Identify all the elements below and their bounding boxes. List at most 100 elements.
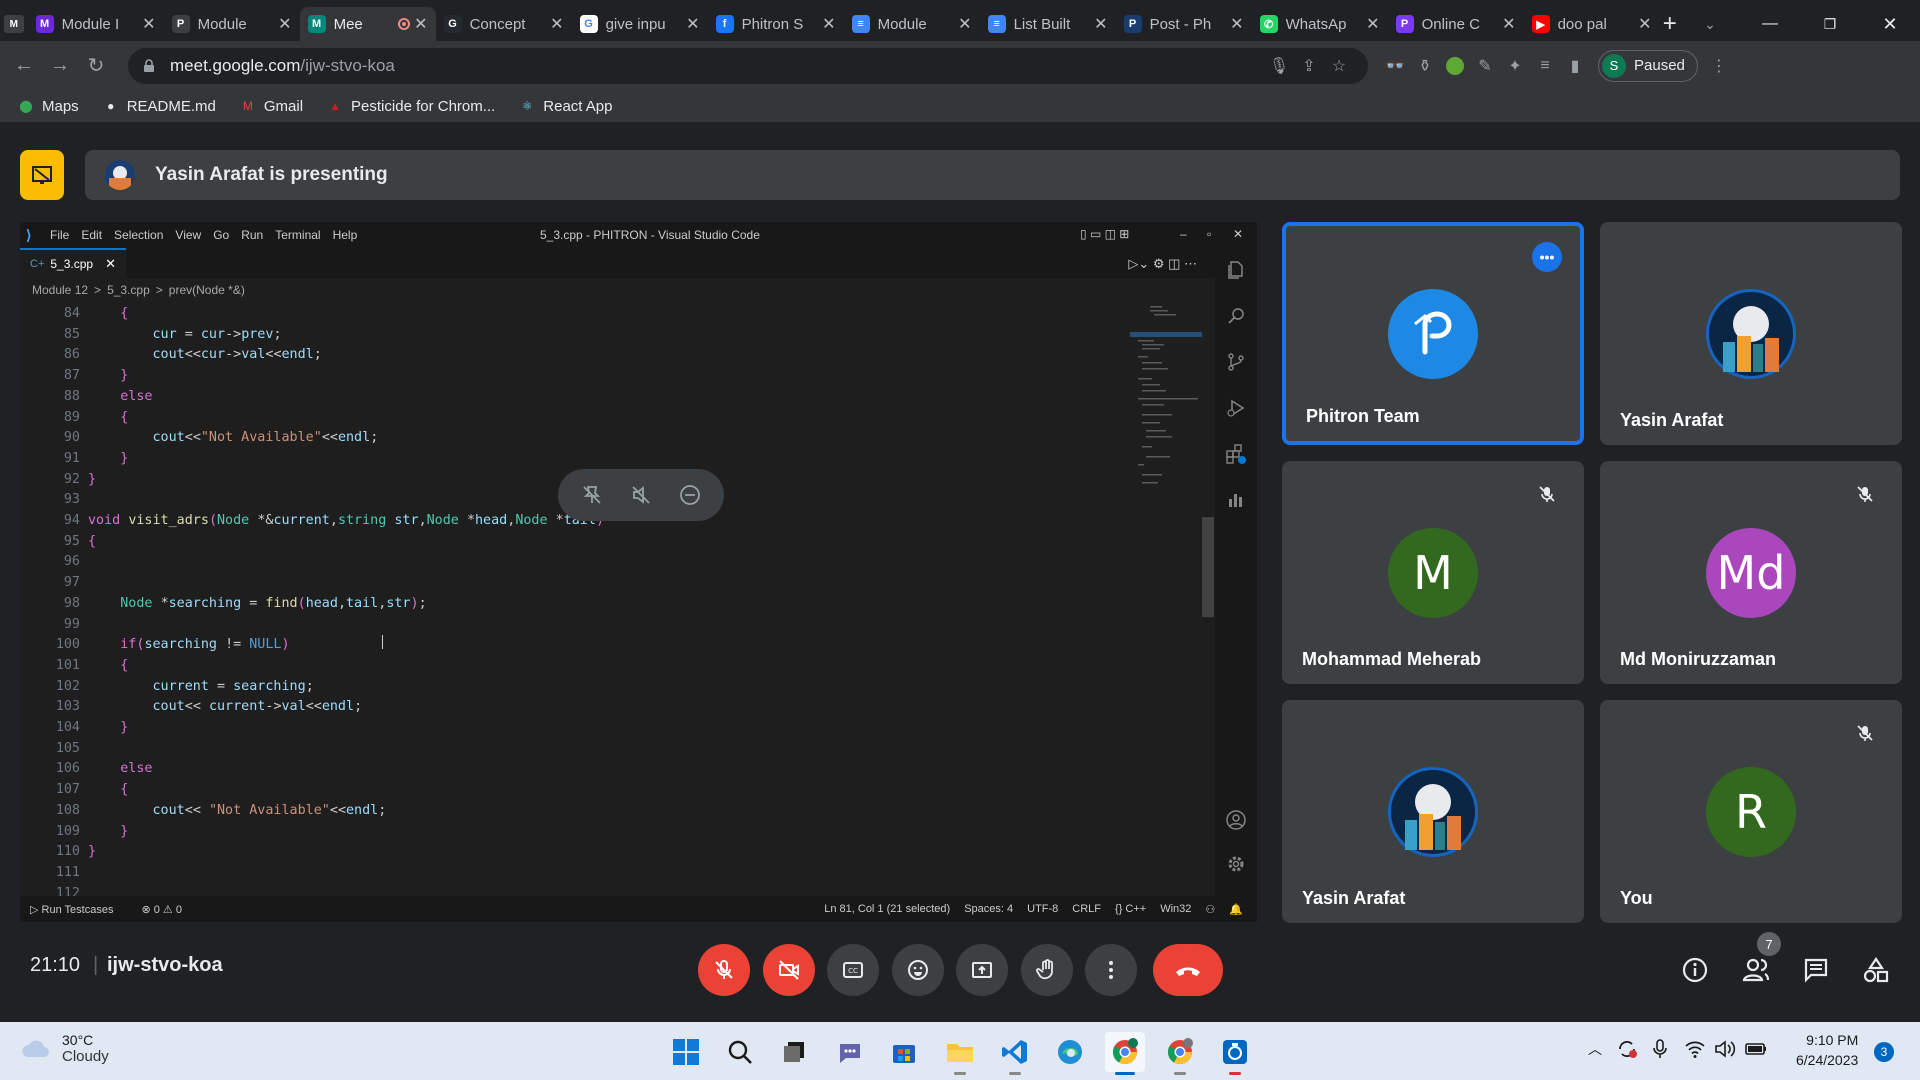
vscode-menu-item[interactable]: Help — [333, 228, 358, 242]
microphone-toggle-button[interactable] — [698, 944, 750, 996]
manage-gear-icon[interactable] — [1224, 852, 1248, 876]
browser-tab[interactable]: f Phitron S ✕ — [708, 7, 844, 41]
vscode-restore-icon[interactable]: ▫ — [1207, 227, 1211, 241]
address-bar[interactable]: meet.google.com/ijw-stvo-koa 🎙 ⇪ ☆ — [128, 47, 1368, 84]
browser-tab[interactable]: G Concept ✕ — [436, 7, 572, 41]
chat-button[interactable] — [1800, 954, 1832, 986]
vscode-minimize-icon[interactable]: – — [1180, 227, 1187, 241]
close-tab-icon[interactable]: ✕ — [105, 256, 116, 272]
breadcrumb-item[interactable]: Module 12 — [32, 283, 88, 297]
microsoft-store-button[interactable] — [884, 1032, 924, 1072]
code-editor[interactable]: 84 {85 cur = cur->prev; 86 cout<<cur->val… — [20, 306, 1200, 901]
volume-icon[interactable] — [1714, 1039, 1736, 1059]
close-tab-icon[interactable]: ✕ — [1366, 14, 1379, 34]
weather-widget[interactable]: 30°C Cloudy — [20, 1032, 109, 1065]
code-line[interactable]: cout<< current->val<<endl; — [88, 699, 363, 714]
explorer-icon[interactable] — [1224, 258, 1248, 282]
task-view-button[interactable] — [774, 1032, 814, 1072]
raise-hand-button[interactable] — [1021, 944, 1073, 996]
editor-scrollbar[interactable] — [1202, 517, 1214, 617]
sync-icon[interactable] — [1616, 1038, 1638, 1060]
forward-button[interactable]: → — [42, 48, 78, 84]
accounts-icon[interactable] — [1224, 808, 1248, 832]
close-tab-icon[interactable]: ✕ — [1094, 14, 1107, 34]
captions-button[interactable]: CC — [827, 944, 879, 996]
close-tab-icon[interactable]: ✕ — [414, 14, 427, 34]
browser-tab[interactable]: ≡ Module ✕ — [844, 7, 980, 41]
people-button[interactable] — [1740, 954, 1772, 986]
close-window-button[interactable]: ✕ — [1860, 14, 1920, 35]
code-line[interactable]: } — [88, 824, 128, 839]
extension-glasses-icon[interactable]: 👓 — [1380, 51, 1410, 81]
browser-tab[interactable]: ✆ WhatsAp ✕ — [1252, 7, 1388, 41]
browser-tab[interactable]: ▶ doo pal ✕ — [1524, 7, 1660, 41]
vscode-menu-item[interactable]: Go — [213, 228, 229, 242]
browser-tab[interactable]: M Mee ✕ — [299, 7, 436, 41]
code-line[interactable]: { — [88, 782, 128, 797]
browser-menu-icon[interactable]: ⋮ — [1704, 51, 1734, 81]
taskbar-clock[interactable]: 9:10 PM 6/24/2023 — [1796, 1030, 1858, 1070]
close-tab-icon[interactable]: ✕ — [686, 14, 699, 34]
close-tab-icon[interactable]: ✕ — [1230, 14, 1243, 34]
remove-icon[interactable] — [675, 480, 705, 510]
search-icon[interactable] — [1224, 304, 1248, 328]
bookmark-item[interactable]: ● README.md — [103, 98, 216, 115]
feedback-icon[interactable]: ⚇ — [1205, 903, 1215, 916]
breadcrumb-item[interactable]: prev(Node *&) — [169, 283, 245, 297]
eol-setting[interactable]: CRLF — [1072, 903, 1101, 915]
language-mode[interactable]: {} C++ — [1115, 903, 1146, 915]
notification-count-badge[interactable]: 3 — [1874, 1042, 1894, 1062]
code-line[interactable]: void visit_adrs(Node *&current,string st… — [88, 513, 604, 528]
code-line[interactable]: } — [88, 368, 128, 383]
code-line[interactable]: } — [88, 720, 128, 735]
run-testcases-button[interactable]: ▷ Run Testcases — [30, 903, 127, 916]
code-line[interactable]: else — [88, 761, 152, 776]
code-line[interactable]: current = searching; — [88, 679, 314, 694]
code-line[interactable]: { — [88, 306, 128, 321]
restore-window-button[interactable]: ❐ — [1800, 16, 1860, 33]
encoding-setting[interactable]: UTF-8 — [1027, 903, 1058, 915]
chrome-profile-1-button[interactable] — [1105, 1032, 1145, 1075]
participant-tile[interactable]: R You — [1600, 700, 1902, 923]
share-icon[interactable]: ⇪ — [1294, 51, 1324, 81]
teams-chat-button[interactable] — [830, 1032, 870, 1072]
participant-tile[interactable]: M Mohammad Meherab — [1282, 461, 1584, 684]
wifi-icon[interactable] — [1684, 1039, 1706, 1059]
code-line[interactable]: cur = cur->prev; — [88, 327, 282, 342]
chrome-profile-2-button[interactable] — [1160, 1032, 1200, 1075]
bookmark-item[interactable]: ⬤ Maps — [18, 98, 78, 115]
close-tab-icon[interactable]: ✕ — [958, 14, 971, 34]
indentation-setting[interactable]: Spaces: 4 — [964, 903, 1013, 915]
vscode-menu-item[interactable]: Selection — [114, 228, 163, 242]
cursor-position[interactable]: Ln 81, Col 1 (21 selected) — [824, 903, 950, 915]
close-tab-icon[interactable]: ✕ — [278, 14, 291, 34]
extensions-icon[interactable] — [1224, 442, 1248, 466]
code-line[interactable]: cout<< "Not Available"<<endl; — [88, 803, 387, 818]
close-tab-icon[interactable]: ✕ — [1502, 14, 1515, 34]
more-options-button[interactable] — [1085, 944, 1137, 996]
participant-tile[interactable]: Md Md Moniruzzaman — [1600, 461, 1902, 684]
run-debug-icon[interactable] — [1224, 396, 1248, 420]
tab-search-app-icon[interactable]: M — [0, 7, 28, 41]
activities-button[interactable] — [1860, 954, 1892, 986]
platform-indicator[interactable]: Win32 — [1160, 903, 1191, 915]
code-line[interactable]: if(searching != NULL) — [88, 637, 289, 652]
battery-icon[interactable] — [1744, 1039, 1768, 1059]
source-control-icon[interactable] — [1224, 350, 1248, 374]
start-button[interactable] — [666, 1032, 706, 1072]
extension-pen-icon[interactable]: ✎ — [1470, 51, 1500, 81]
side-panel-icon[interactable]: ▮ — [1560, 51, 1590, 81]
extension-bottle-icon[interactable]: ⚱ — [1410, 51, 1440, 81]
vscode-menu-item[interactable]: View — [175, 228, 201, 242]
vscode-menu-item[interactable]: File — [50, 228, 69, 242]
browser-tab[interactable]: ≡ List Built ✕ — [980, 7, 1116, 41]
browser-tab[interactable]: Ggive inpu ✕ — [572, 7, 708, 41]
code-line[interactable]: Node *searching = find(head,tail,str); — [88, 596, 426, 611]
code-line[interactable]: cout<<"Not Available"<<endl; — [88, 430, 379, 445]
edge-taskbar-button[interactable] — [1050, 1032, 1090, 1072]
leave-call-button[interactable] — [1153, 944, 1223, 996]
code-line[interactable]: { — [88, 410, 128, 425]
extensions-puzzle-icon[interactable]: ✦ — [1500, 51, 1530, 81]
extension-green-icon[interactable] — [1440, 51, 1470, 81]
unpin-icon[interactable] — [577, 480, 607, 510]
